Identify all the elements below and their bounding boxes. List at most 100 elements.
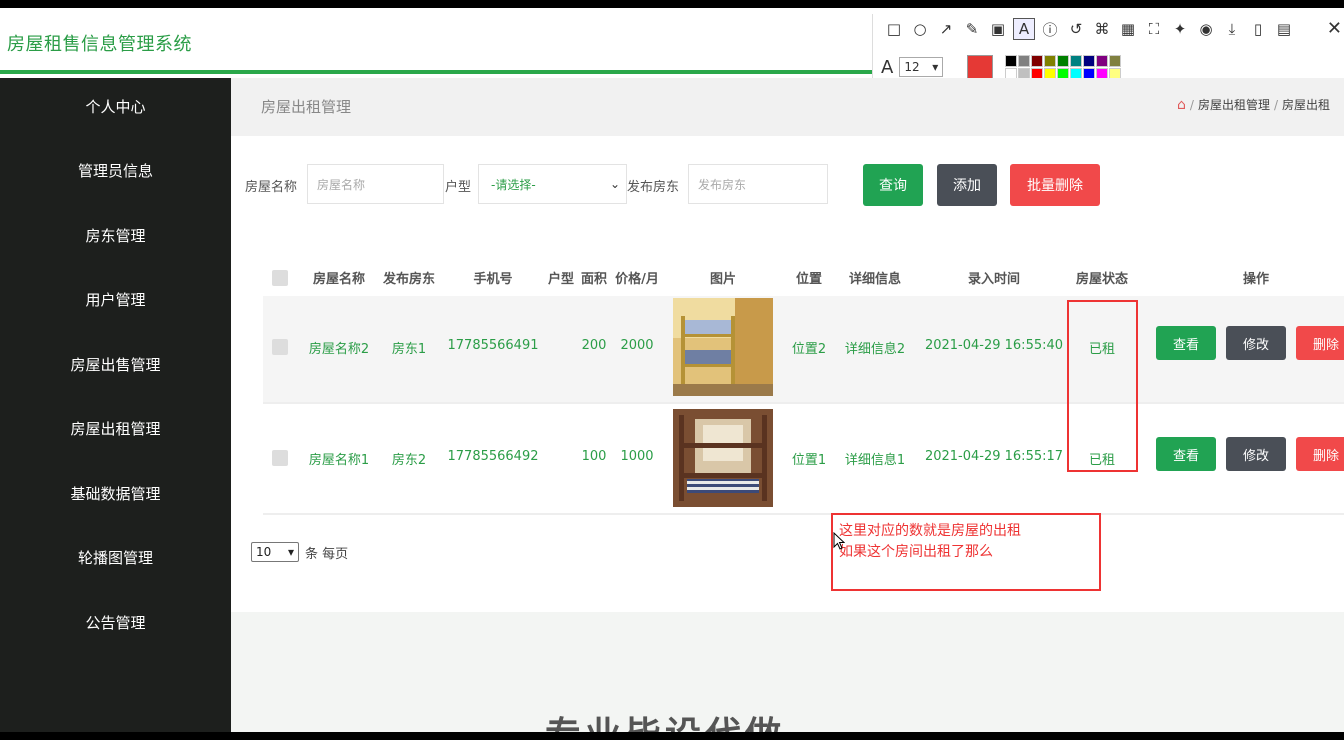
cell-landlord: 房东1 bbox=[391, 342, 427, 357]
col-price: 价格/月 bbox=[615, 272, 659, 287]
col-detail: 详细信息 bbox=[848, 272, 902, 287]
record-icon[interactable]: ◉ bbox=[1195, 18, 1217, 40]
sidebar-item-base-data[interactable]: 基础数据管理 bbox=[0, 473, 231, 513]
color-swatch[interactable] bbox=[1057, 54, 1070, 67]
col-status: 房屋状态 bbox=[1075, 272, 1129, 287]
text-icon[interactable]: A bbox=[1013, 18, 1035, 40]
arrow-icon[interactable]: ↗ bbox=[935, 18, 957, 40]
edit-button[interactable]: 修改 bbox=[1226, 437, 1286, 471]
sidebar: 个人中心 管理员信息 房东管理 用户管理 房屋出售管理 房屋出租管理 基础数据管… bbox=[0, 78, 231, 732]
batch-delete-button[interactable]: 批量删除 bbox=[1010, 164, 1100, 206]
house-type-label: 户型 bbox=[445, 180, 472, 195]
footer-banner-text: 专业毕设代做 bbox=[545, 706, 785, 732]
breadcrumb-separator: / bbox=[1273, 97, 1278, 112]
cell-landlord: 房东2 bbox=[391, 453, 427, 468]
annotation-textbox[interactable]: 这里对应的数就是房屋的出租 如果这个房间出租了那么 bbox=[831, 513, 1101, 591]
col-house-name: 房屋名称 bbox=[312, 272, 366, 287]
cell-price: 2000 bbox=[620, 338, 654, 353]
select-all-checkbox[interactable] bbox=[272, 270, 288, 286]
col-actions: 操作 bbox=[1242, 272, 1270, 287]
sidebar-item-profile[interactable]: 个人中心 bbox=[0, 86, 231, 126]
color-swatch[interactable] bbox=[1031, 54, 1044, 67]
cell-location: 位置2 bbox=[791, 342, 827, 357]
col-phone: 手机号 bbox=[473, 272, 513, 287]
sidebar-item-carousel[interactable]: 轮播图管理 bbox=[0, 537, 231, 577]
sidebar-item-landlord[interactable]: 房东管理 bbox=[0, 215, 231, 255]
edit-button[interactable]: 修改 bbox=[1226, 326, 1286, 360]
breadcrumb-separator: / bbox=[1189, 97, 1194, 112]
row-checkbox[interactable] bbox=[272, 339, 288, 355]
view-button[interactable]: 查看 bbox=[1156, 326, 1216, 360]
color-swatch[interactable] bbox=[1044, 54, 1057, 67]
ocr-icon[interactable]: ▦ bbox=[1117, 18, 1139, 40]
cell-time: 2021-04-29 16:55:40 bbox=[924, 338, 1064, 353]
cell-detail: 详细信息2 bbox=[844, 342, 906, 357]
snip-toolbar: □ ○ ↗ ✎ ▣ A ⓘ ↺ ⌘ ▦ ⛶ ✦ ◉ ⤓ ▯ ▤ ✕ A 12 ▾ bbox=[872, 14, 1344, 84]
landlord-label: 发布房东 bbox=[627, 180, 680, 195]
number-icon[interactable]: ⓘ bbox=[1039, 18, 1061, 40]
phone-icon[interactable]: ▯ bbox=[1247, 18, 1269, 40]
cell-time: 2021-04-29 16:55:17 bbox=[924, 449, 1064, 464]
color-swatch[interactable] bbox=[1018, 54, 1031, 67]
breadcrumb-item[interactable]: 房屋出租 bbox=[1282, 96, 1330, 113]
house-name-input[interactable]: 房屋名称 bbox=[307, 164, 444, 204]
current-color-swatch[interactable] bbox=[967, 55, 994, 79]
sidebar-item-house-rent[interactable]: 房屋出租管理 bbox=[0, 408, 231, 448]
chevron-down-icon: ▾ bbox=[287, 545, 294, 559]
mosaic-icon[interactable]: ▣ bbox=[987, 18, 1009, 40]
annotation-line-2: 如果这个房间出租了那么 bbox=[839, 544, 993, 560]
sidebar-item-house-sale[interactable]: 房屋出售管理 bbox=[0, 344, 231, 384]
view-button[interactable]: 查看 bbox=[1156, 437, 1216, 471]
cell-area: 200 bbox=[581, 338, 607, 353]
pen-icon[interactable]: ✎ bbox=[961, 18, 983, 40]
footer-banner bbox=[231, 612, 1344, 732]
table-header: 房屋名称 发布房东 手机号 户型 面积 价格/月 图片 位置 详细信息 录入时间… bbox=[263, 256, 1344, 296]
scan-icon[interactable]: ⛶ bbox=[1143, 18, 1165, 40]
rect-icon[interactable]: □ bbox=[883, 18, 905, 40]
font-size-value: 12 bbox=[904, 60, 920, 74]
table-row: 房屋名称1 房东2 17785566492 100 1000 位置1 详细信息1… bbox=[263, 407, 1344, 513]
col-type: 户型 bbox=[547, 272, 575, 287]
add-button[interactable]: 添加 bbox=[937, 164, 997, 206]
delete-button[interactable]: 删除 bbox=[1296, 437, 1344, 471]
house-photo bbox=[673, 298, 773, 396]
color-swatch[interactable] bbox=[1005, 54, 1018, 67]
color-swatch[interactable] bbox=[1083, 54, 1096, 67]
delete-button[interactable]: 删除 bbox=[1296, 326, 1344, 360]
download-icon[interactable]: ⤓ bbox=[1221, 18, 1243, 40]
cell-phone: 17785566492 bbox=[447, 449, 539, 464]
color-swatch[interactable] bbox=[1070, 54, 1083, 67]
cell-location: 位置1 bbox=[791, 453, 827, 468]
query-button[interactable]: 查询 bbox=[863, 164, 923, 206]
breadcrumb-item[interactable]: 房屋出租管理 bbox=[1198, 96, 1270, 113]
font-size-icon: A bbox=[881, 56, 894, 78]
col-location: 位置 bbox=[795, 272, 823, 287]
ellipse-icon[interactable]: ○ bbox=[909, 18, 931, 40]
cell-phone: 17785566491 bbox=[447, 338, 539, 353]
home-icon[interactable]: ⌂ bbox=[1177, 97, 1186, 113]
chevron-down-icon: ▾ bbox=[932, 60, 939, 74]
color-swatch[interactable] bbox=[1096, 54, 1109, 67]
pin-icon[interactable]: ⌘ bbox=[1091, 18, 1113, 40]
landlord-input[interactable]: 发布房东 bbox=[688, 164, 828, 204]
sticker-icon[interactable]: ✦ bbox=[1169, 18, 1191, 40]
sidebar-item-admin[interactable]: 管理员信息 bbox=[0, 150, 231, 190]
close-icon[interactable]: ✕ bbox=[1327, 18, 1342, 39]
chevron-down-icon: ⌄ bbox=[609, 177, 620, 191]
sidebar-item-users[interactable]: 用户管理 bbox=[0, 279, 231, 319]
row-divider bbox=[263, 513, 1344, 515]
annotation-line-1: 这里对应的数就是房屋的出租 bbox=[839, 523, 1021, 539]
pagination: 10 ▾ 条 每页 bbox=[251, 542, 348, 562]
per-page-label: 条 每页 bbox=[305, 546, 349, 562]
row-checkbox[interactable] bbox=[272, 450, 288, 466]
house-type-select[interactable]: -请选择- ⌄ bbox=[478, 164, 627, 204]
sidebar-item-notice[interactable]: 公告管理 bbox=[0, 602, 231, 642]
font-size-select[interactable]: 12 ▾ bbox=[899, 57, 944, 77]
page-size-select[interactable]: 10 ▾ bbox=[251, 542, 299, 562]
mouse-cursor-icon bbox=[833, 532, 845, 550]
undo-icon[interactable]: ↺ bbox=[1065, 18, 1087, 40]
status-highlight-box bbox=[1067, 300, 1138, 472]
house-type-value: -请选择- bbox=[491, 177, 536, 192]
save-icon[interactable]: ▤ bbox=[1273, 18, 1295, 40]
color-swatch[interactable] bbox=[1109, 54, 1122, 67]
